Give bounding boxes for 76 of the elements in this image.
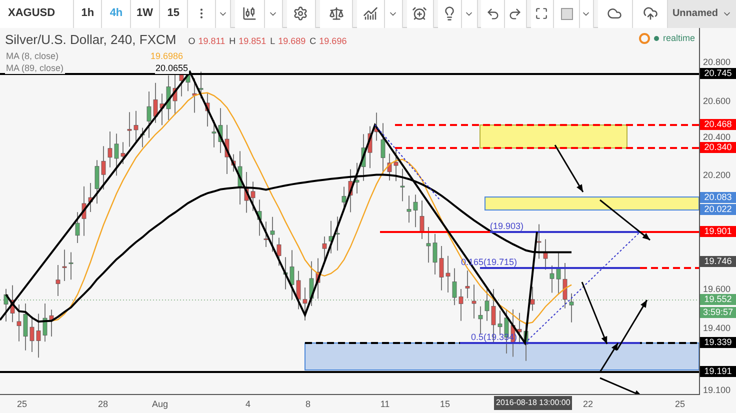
symbol-field[interactable]: XAGUSD <box>0 0 74 28</box>
ohlc-key: H <box>229 35 236 48</box>
fullscreen-button[interactable] <box>530 0 554 28</box>
time-tick-label: 15 <box>440 398 450 411</box>
chart-type-button[interactable] <box>235 0 265 28</box>
ohlc-value: 19.696 <box>319 35 347 48</box>
compare-button[interactable] <box>320 0 354 28</box>
undo-button[interactable] <box>481 0 506 28</box>
time-tick-label: 28 <box>98 398 108 411</box>
undo-icon <box>486 6 500 20</box>
indicator-name: MA (89, close) <box>5 62 65 74</box>
price-tag: 20.745 <box>700 68 736 79</box>
arrow <box>600 377 642 394</box>
time-tick-label: 22 <box>583 398 593 411</box>
arrow <box>554 144 584 192</box>
chart-icon <box>363 6 378 21</box>
layout-name-button[interactable]: Unnamed <box>668 0 736 28</box>
indicator-value: 19.6986 <box>150 50 184 62</box>
price-tag: 19.552 <box>700 294 736 305</box>
price-tag: 19.901 <box>700 226 736 237</box>
time-tick-label: 25 <box>675 398 685 411</box>
ohlc-key: L <box>270 35 276 48</box>
save-button[interactable] <box>633 0 668 28</box>
price-tick-label: 19.400 <box>703 324 731 333</box>
price-tick-label: 20.400 <box>703 133 731 142</box>
ohlc-value: 19.689 <box>278 35 306 48</box>
time-tick-label: 4 <box>246 398 250 411</box>
chart-title: Silver/U.S. Dollar, 240, FXCM <box>5 31 176 49</box>
time-tick-label: 25 <box>17 398 27 411</box>
price-tag: 3:59:57 <box>700 307 736 318</box>
interval-button[interactable]: 15 <box>160 0 188 28</box>
indicator-name: MA (8, close) <box>5 50 60 62</box>
fibonacci-label: (19.903) <box>490 220 524 233</box>
alarm-clock-icon <box>412 6 428 21</box>
price-tag: 20.022 <box>700 204 736 215</box>
time-tick-label: 11 <box>380 398 390 411</box>
color-button[interactable] <box>554 0 580 28</box>
ohlc-key: C <box>310 35 316 48</box>
price-tick-label: 20.800 <box>703 58 731 67</box>
ideas-button[interactable] <box>438 0 462 28</box>
price-tag: 20.083 <box>700 192 736 203</box>
interval-button[interactable]: 1W <box>131 0 160 28</box>
time-tick-label: Aug <box>152 398 168 411</box>
interval-button[interactable]: 1h <box>74 0 102 28</box>
ohlc-value: 19.851 <box>238 35 266 48</box>
ohlc-key: O <box>188 35 196 48</box>
redo-icon <box>508 6 522 20</box>
price-tick-label: 19.600 <box>703 285 731 294</box>
time-tick-label: 8 <box>306 398 310 411</box>
indicator-value: 20.0655 <box>154 62 190 74</box>
price-tag: 20.340 <box>700 142 736 153</box>
crosshair-time-label: 2016-08-18 13:00:00 <box>494 396 572 410</box>
price-tag: 20.468 <box>700 119 736 130</box>
price-tick-label: 20.200 <box>703 171 731 180</box>
status-label: realtime <box>662 32 695 45</box>
redo-button[interactable] <box>505 0 527 28</box>
indicators-button[interactable] <box>357 0 385 28</box>
settings-icon <box>293 6 308 21</box>
price-tag: 19.339 <box>700 337 736 348</box>
price-tag: 19.746 <box>700 256 736 267</box>
ohlc-value: 19.811 <box>198 35 226 48</box>
fullscreen-icon <box>535 7 548 20</box>
scales-icon <box>328 6 344 21</box>
price-tag: 19.191 <box>700 366 736 377</box>
dashed-line <box>640 267 699 269</box>
square-icon <box>560 8 573 20</box>
cloud-icon <box>607 6 622 21</box>
load-button[interactable] <box>598 0 634 28</box>
price-tick-label: 20.600 <box>703 97 731 106</box>
candlestick-icon <box>242 6 258 21</box>
warning-icon <box>638 33 650 44</box>
price-tick-label: 19.100 <box>703 386 731 395</box>
alert-button[interactable] <box>406 0 434 28</box>
cloud-upload-icon <box>642 6 658 21</box>
settings-button[interactable] <box>286 0 316 28</box>
arrow <box>600 199 650 241</box>
